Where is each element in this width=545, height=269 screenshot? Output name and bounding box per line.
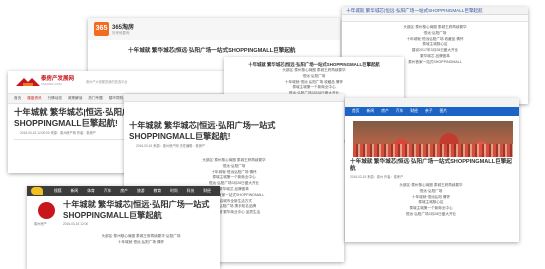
article-body: 头部区·泰州核心商圈 泰城王府再续繁华 恒远·弘阳广场 十年城就·恒远弘阳 情怀… xyxy=(371,183,491,218)
nav-item[interactable]: 首页 xyxy=(352,107,360,116)
nav-item[interactable]: 政策解读 xyxy=(68,94,82,103)
article-title: 十年城就 繁华城芯|恒远·弘阳广场一站式SHOPPINGMALL巨擎起航! xyxy=(129,121,276,141)
site-header: 泰房产发展网 TAIFANG.COM 泰州产大家都是我的首选平台 xyxy=(8,71,224,93)
nav-item[interactable]: 房产 xyxy=(381,107,389,116)
body-line: 恒远·弘阳广场3月28日盛大开业 xyxy=(405,211,457,216)
avatar[interactable] xyxy=(38,202,55,219)
article-title: 十年城就 繁华城芯|恒远·弘阳广场一站式SHOPPINGMALL巨擎起航 xyxy=(350,159,512,172)
nav-item[interactable]: 热门专题 xyxy=(88,94,102,103)
site-brand[interactable]: 泰房产发展网 xyxy=(41,74,74,82)
article-title: 十年城就 繁华城芯|恒远·弘阳广场一站式SHOPPINGMALL巨擎起航 xyxy=(248,62,380,67)
nav-item[interactable]: 旅游 xyxy=(137,186,145,196)
article-body: 头部区·泰州核心商圈 泰城王府再续繁华·弘阳广场 十年城就·恒远 弘阳广场 情怀 xyxy=(71,234,211,246)
article-meta: 2016-03-15 来源：泰州 作者：泰房产 xyxy=(350,175,404,179)
nav-item[interactable]: 时尚 xyxy=(170,186,178,196)
site-brand[interactable]: 365淘房 xyxy=(112,22,134,31)
article-title: 十年城就 繁华城芯|恒远·弘阳广场一站式SHOPPINGMALL巨擎起航 xyxy=(63,200,210,220)
window-image-article: 首页 新闻 房产 汽车 财经 亲子 图片 十年城就 繁华城芯|恒远·弘阳广场一站… xyxy=(345,98,519,242)
nav-item[interactable]: 房产 xyxy=(120,186,128,196)
nav-item[interactable]: 新闻 xyxy=(367,107,375,116)
main-nav: 搜狐 新闻 体育 汽车 房产 旅游 教育 时尚 科技 财经 娱乐 xyxy=(27,186,220,203)
author-name[interactable]: 泰州房产 xyxy=(34,222,47,227)
nav-bar xyxy=(124,94,344,102)
nav-item-active[interactable]: 楼盘资讯 xyxy=(27,94,41,103)
nav-item[interactable]: 汽车 xyxy=(104,186,112,196)
site-header: 365 365淘房 好房就要淘 xyxy=(88,18,340,40)
window-sohu-article: 搜狐 新闻 体育 汽车 房产 旅游 教育 时尚 科技 财经 娱乐 泰州房产 十年… xyxy=(27,186,220,269)
event-photo-crowd xyxy=(353,144,513,157)
nav-item[interactable]: 楼市导购 xyxy=(109,94,123,103)
main-nav: 首页 新闻 房产 汽车 财经 亲子 图片 xyxy=(345,107,519,116)
nav-bar xyxy=(342,15,528,22)
nav-item[interactable]: 首页 xyxy=(14,94,21,103)
tab-title[interactable]: 十年城就 繁华城芯|恒远·弘阳广场一站式SHOPPINGMALL巨擎起航 xyxy=(346,7,483,14)
tab-bar: 十年城就 繁华城芯|恒远·弘阳广场一站式SHOPPINGMALL巨擎起航 xyxy=(342,7,528,15)
site-slogan: 好房就要淘 xyxy=(112,31,130,35)
nav-item[interactable]: 体育 xyxy=(87,186,95,196)
nav-item[interactable]: 行情动态 xyxy=(48,94,62,103)
article-meta: 2016-03-15 来源：泰州房产网 责任编辑：泰房产 xyxy=(136,144,206,148)
nav-item[interactable]: 财经 xyxy=(203,186,211,196)
nav-item[interactable]: 亲子 xyxy=(425,107,433,116)
site-logo[interactable]: 365 xyxy=(94,22,109,36)
article-meta: 2016-03-15 12:00 xyxy=(63,222,89,226)
nav-item[interactable]: 图片 xyxy=(440,107,448,116)
site-slogan: 泰州产大家都是我的首选平台 xyxy=(86,80,128,84)
browser-bar xyxy=(345,98,519,107)
article-meta: 2016-03-15 12:00:00 来源：泰州房产网 作者：泰房产 xyxy=(20,131,96,135)
body-line: 十年城就·恒远 弘阳广场 情怀 xyxy=(117,239,165,244)
house-logo-icon[interactable] xyxy=(14,76,42,87)
nav-item[interactable]: 财经 xyxy=(410,107,418,116)
nav-item[interactable]: 教育 xyxy=(154,186,162,196)
article-title: 十年城就 繁华城芯|恒远·弘阳广场一站式SHOPPINGMALL巨擎起航 xyxy=(128,48,296,54)
nav-item[interactable]: 新闻 xyxy=(71,186,79,196)
site-domain: TAIFANG.COM xyxy=(41,82,62,86)
nav-item[interactable]: 科技 xyxy=(187,186,195,196)
nav-item[interactable]: 搜狐 xyxy=(54,186,62,196)
nav-item[interactable]: 汽车 xyxy=(396,107,404,116)
sohu-logo-icon[interactable] xyxy=(31,187,43,195)
